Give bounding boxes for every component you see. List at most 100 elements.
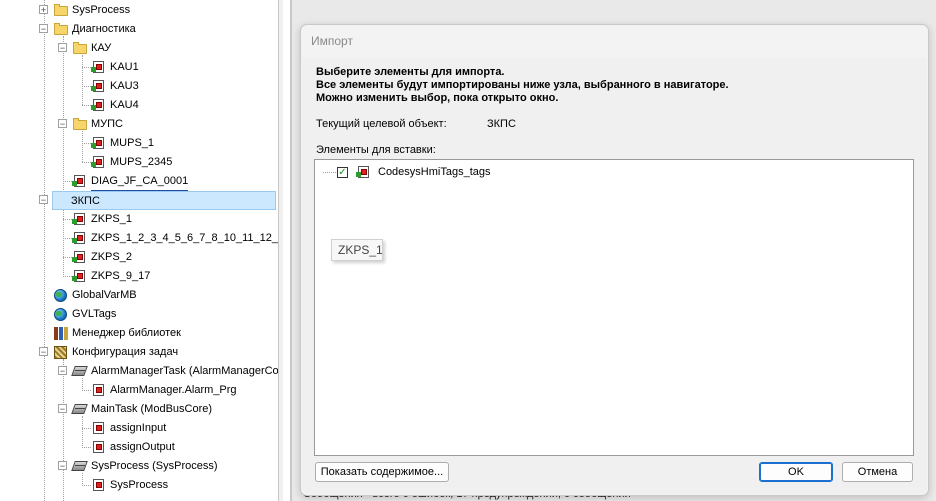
tree-item-kau4[interactable]: KAU4: [91, 96, 139, 114]
tree-item-sysprocess-prg[interactable]: SysProcess: [91, 476, 168, 494]
item-checkbox[interactable]: ✓: [337, 167, 348, 178]
tree-item-label: Менеджер библиотек: [72, 327, 181, 339]
tree-item-assignoutput[interactable]: assignOutput: [91, 438, 175, 456]
tree-guide-line: [63, 359, 64, 501]
tree-item-label: KAU3: [110, 80, 139, 92]
tree-item-label: ZKPS_9_17: [91, 270, 151, 282]
tree-item-label: MUPS_2345: [110, 156, 173, 168]
tree-item-mups-2345[interactable]: MUPS_2345: [91, 153, 172, 171]
list-item-label[interactable]: CodesysHmiTags_tags: [378, 166, 491, 178]
pou-icon: [72, 212, 88, 226]
tree-guide-line: [82, 105, 91, 106]
tree-guide-line: [63, 257, 72, 258]
panel-divider: [290, 0, 292, 501]
tree-item-label: ЗКПС: [71, 194, 100, 207]
tree-item-sysprocess-task[interactable]: SysProcess (SysProcess): [72, 457, 218, 475]
tree-item-kau3[interactable]: KAU3: [91, 77, 139, 95]
collapse-toggle[interactable]: −: [39, 195, 48, 205]
tree-item-diagnostics[interactable]: Диагностика: [53, 20, 136, 38]
tree-guide-line: [63, 238, 72, 239]
pou-icon: [72, 269, 88, 283]
tree-guide-line: [63, 181, 72, 182]
folder-icon: [53, 3, 69, 17]
show-content-button[interactable]: Показать содержимое...: [315, 462, 449, 482]
tree-item-label: AlarmManager.Alarm_Prg: [110, 384, 237, 396]
target-label: Текущий целевой объект:: [316, 118, 447, 130]
tree-item-globalvarmb[interactable]: GlobalVarMB: [53, 286, 137, 304]
expand-toggle[interactable]: +: [39, 5, 48, 15]
tree-item-zkps-2[interactable]: ZKPS_2: [72, 248, 132, 266]
collapse-toggle[interactable]: −: [58, 461, 67, 471]
collapse-toggle[interactable]: −: [58, 43, 67, 53]
collapse-toggle[interactable]: −: [58, 404, 67, 414]
tree-item-zkps-long[interactable]: ZKPS_1_2_3_4_5_6_7_8_10_11_12_: [72, 229, 278, 247]
tree-item-kau[interactable]: КАУ: [72, 39, 111, 57]
pou-icon: [91, 136, 107, 150]
tree-guide-line: [82, 416, 83, 448]
instruction-line-1: Выберите элементы для импорта.: [316, 66, 505, 78]
tree-guide-line: [82, 390, 91, 391]
folder-icon: [72, 117, 88, 131]
tree-guide-line: [63, 207, 64, 277]
import-items-list[interactable]: ✓ CodesysHmiTags_tags: [314, 159, 914, 456]
tree-item-assigninput[interactable]: assignInput: [91, 419, 166, 437]
tree-guide-line: [82, 86, 91, 87]
folder-icon: [53, 22, 69, 36]
pou-icon: [72, 174, 88, 188]
tree-item-sysprocess[interactable]: SysProcess: [53, 1, 130, 19]
tree-guide-line: [82, 143, 91, 144]
task-config-icon: [53, 345, 69, 359]
program-icon: [91, 383, 107, 397]
panel-splitter[interactable]: [278, 0, 283, 501]
collapse-toggle[interactable]: −: [39, 347, 48, 357]
tree-item-mups[interactable]: МУПС: [72, 115, 123, 133]
tree-item-maintask[interactable]: MainTask (ModBusCore): [72, 400, 212, 418]
tree-item-zkps-selected[interactable]: ЗКПС: [52, 191, 276, 210]
tree-item-task-config[interactable]: Конфигурация задач: [53, 343, 178, 361]
program-icon: [91, 421, 107, 435]
tree-item-alarm-prg[interactable]: AlarmManager.Alarm_Prg: [91, 381, 237, 399]
tree-item-label: MainTask (ModBusCore): [91, 403, 213, 415]
tree-guide-line: [82, 131, 83, 162]
tree-guide-line: [44, 0, 45, 501]
tree-guide-line: [82, 447, 91, 448]
tree-item-mups-1[interactable]: MUPS_1: [91, 134, 154, 152]
tree-item-label: assignInput: [110, 422, 167, 434]
task-icon: [72, 402, 88, 416]
pou-icon: [72, 231, 88, 245]
tree-item-label: DIAG_JF_CA_0001: [91, 172, 189, 191]
collapse-toggle[interactable]: −: [58, 366, 67, 376]
tree-item-label: AlarmManagerTask (AlarmManagerCor: [91, 365, 278, 377]
tree-item-zkps-9-17[interactable]: ZKPS_9_17: [72, 267, 150, 285]
tree-item-label: SysProcess: [110, 479, 169, 491]
task-icon: [72, 364, 88, 378]
program-icon: [91, 440, 107, 454]
items-label: Элементы для вставки:: [316, 144, 436, 156]
pou-icon: [356, 165, 372, 179]
collapse-toggle[interactable]: −: [58, 119, 67, 129]
cancel-button[interactable]: Отмена: [842, 462, 913, 482]
tree-item-library-manager[interactable]: Менеджер библиотек: [53, 324, 181, 342]
tree-item-label: GlobalVarMB: [72, 289, 137, 301]
ok-button[interactable]: OK: [759, 462, 833, 482]
tree-item-gvltags[interactable]: GVLTags: [53, 305, 116, 323]
library-icon: [53, 326, 69, 340]
tree-item-label: КАУ: [91, 42, 112, 54]
pou-icon: [91, 155, 107, 169]
pou-icon: [91, 79, 107, 93]
tree-item-diag-jf-ca-0001[interactable]: DIAG_JF_CA_0001: [72, 172, 189, 191]
tree-guide-line: [82, 55, 83, 105]
tree-item-label: SysProcess (SysProcess): [91, 460, 218, 472]
tree-item-zkps-1[interactable]: ZKPS_1: [72, 210, 132, 228]
tree-guide-line: [63, 219, 72, 220]
collapse-toggle[interactable]: −: [39, 24, 48, 34]
target-value: ЗКПС: [487, 118, 516, 130]
tree-item-alarmmanagertask[interactable]: AlarmManagerTask (AlarmManagerCor: [72, 362, 278, 380]
tree-item-label: МУПС: [91, 118, 124, 130]
tree-item-kau1[interactable]: KAU1: [91, 58, 139, 76]
drag-tooltip: ZKPS_1: [331, 239, 383, 261]
globe-icon: [53, 288, 69, 302]
pou-icon: [91, 98, 107, 112]
tree-item-label: MUPS_1: [110, 137, 155, 149]
tree-item-label: Диагностика: [72, 23, 136, 35]
